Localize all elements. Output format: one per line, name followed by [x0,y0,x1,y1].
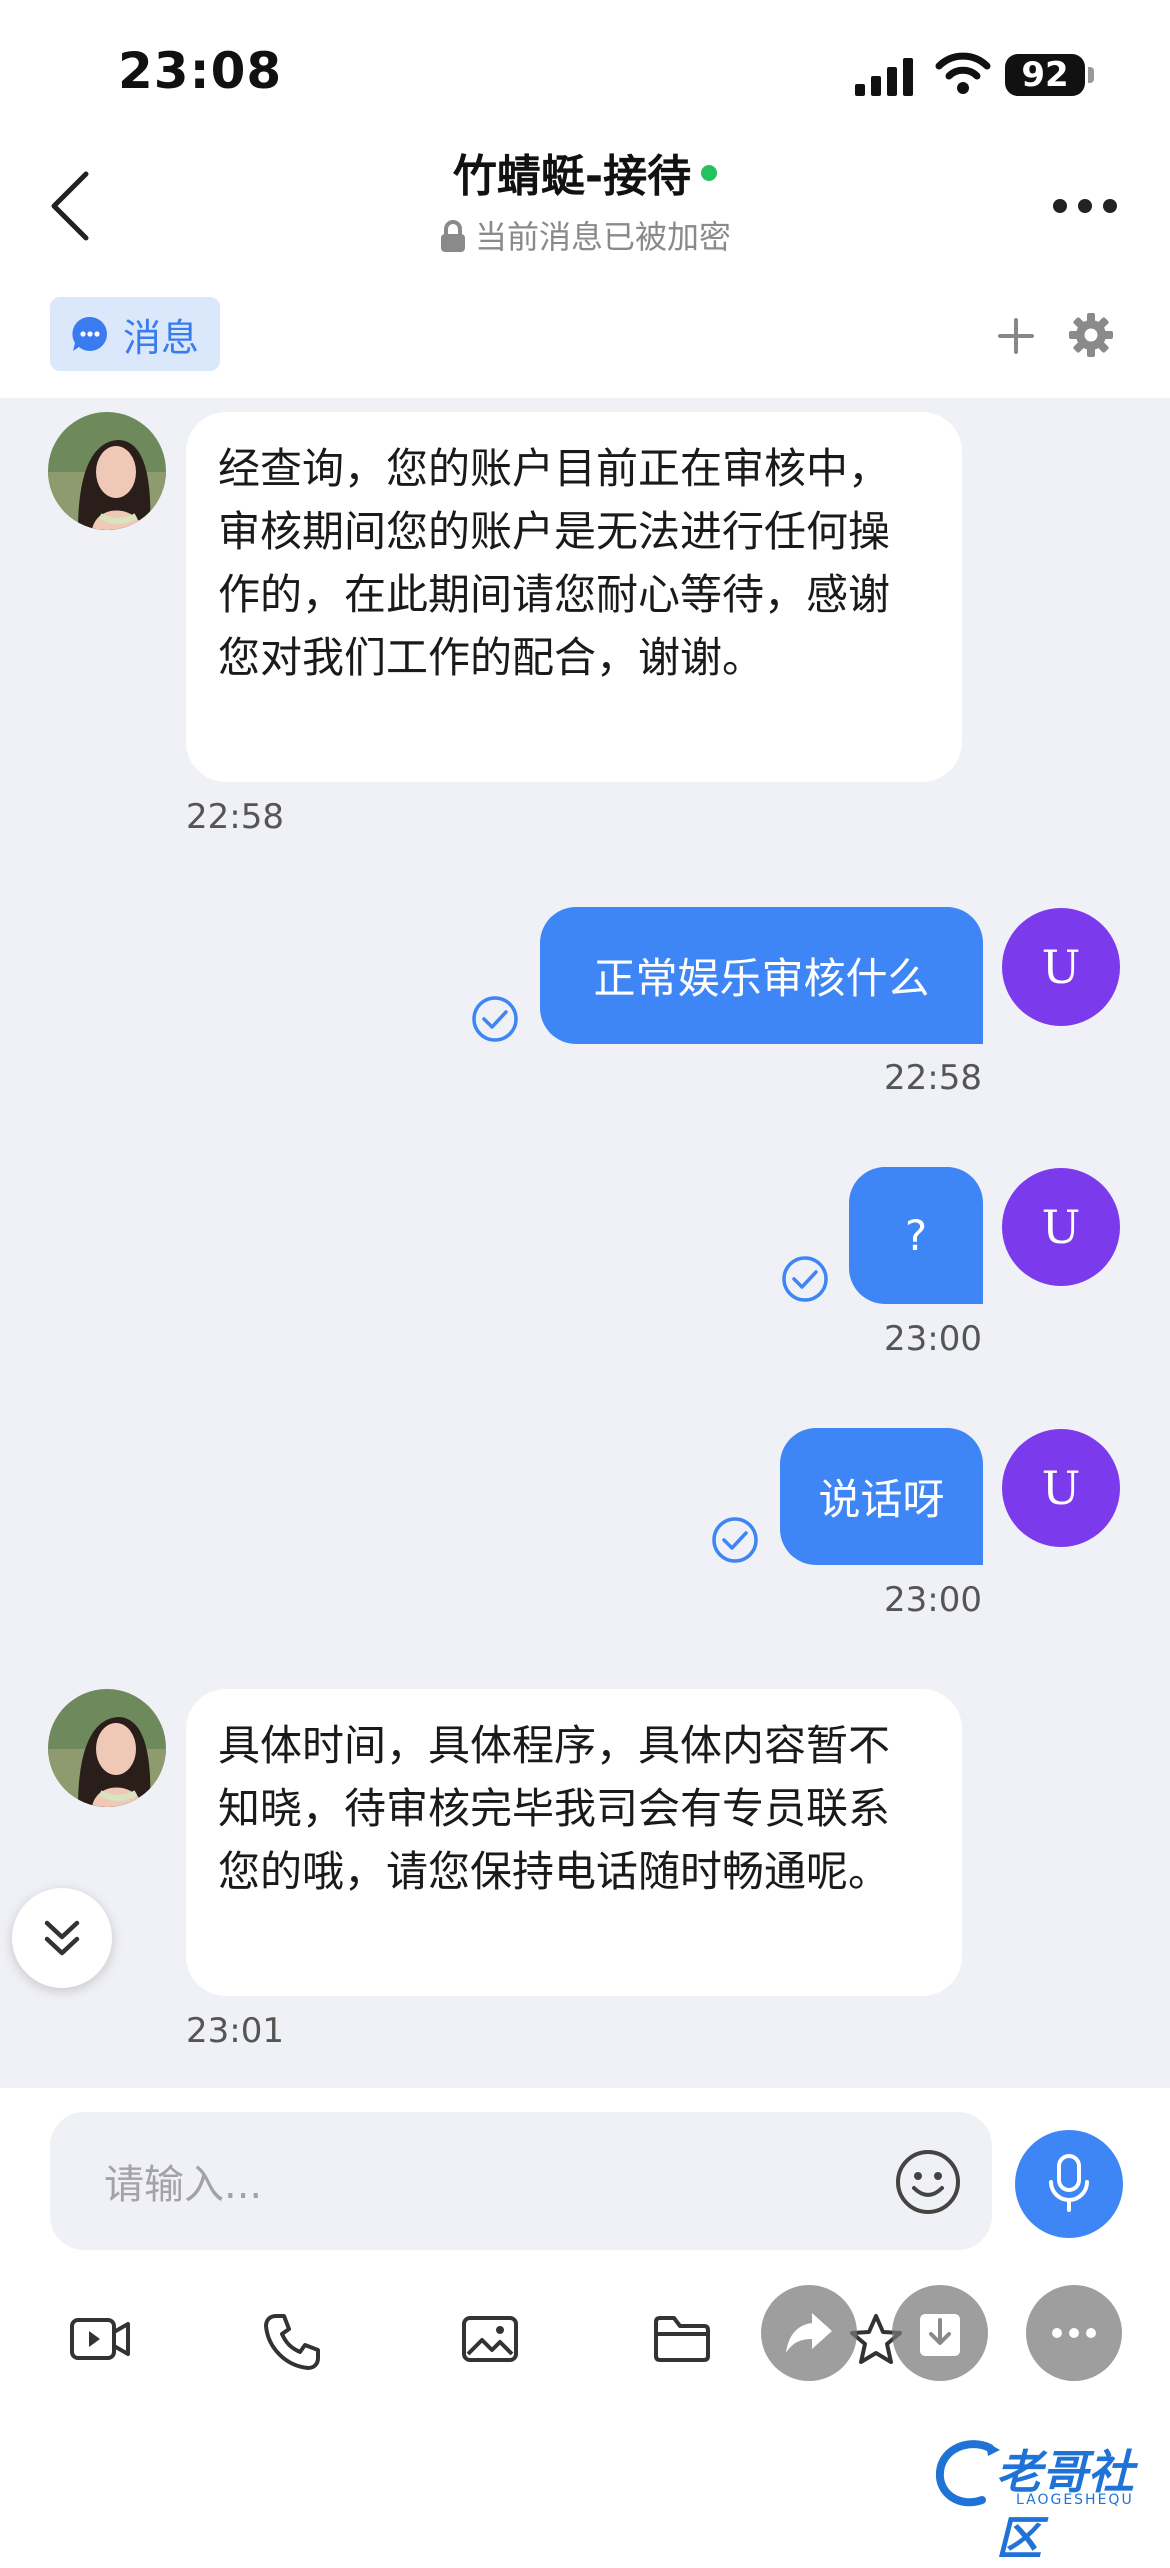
outgoing-message-bubble[interactable]: ? [849,1167,983,1304]
phone-icon[interactable] [262,2312,322,2372]
battery-indicator: 92 [1005,54,1085,96]
encryption-notice-row: 当前消息已被加密 [0,212,1170,258]
save-button[interactable] [892,2285,988,2381]
gear-icon[interactable] [1068,312,1114,358]
double-chevron-down-icon [44,1920,80,1956]
microphone-icon [1049,2154,1089,2212]
signal-icon [855,58,913,96]
message-text: 正常娱乐审核什么 [593,954,930,1003]
tab-messages-label: 消息 [122,315,199,360]
message-text: ? [904,1211,928,1260]
more-icon [1052,2328,1096,2338]
lock-icon [440,220,465,252]
read-check-icon [472,996,518,1042]
folder-icon[interactable] [652,2312,712,2366]
save-icon [920,2314,960,2356]
more-actions-button[interactable] [1026,2285,1122,2381]
online-status-dot [701,165,718,181]
message-text: 说话呀 [818,1475,945,1524]
outgoing-message-bubble[interactable]: 说话呀 [780,1428,983,1565]
message-text: 具体时间，具体程序，具体内容暂不知晓，待审核完毕我司会有专员联系您的哦，请您保持… [218,1721,891,1896]
add-icon[interactable] [996,316,1036,356]
message-time: 22:58 [186,797,284,837]
user-avatar[interactable]: U [1002,1168,1120,1286]
more-options-icon[interactable] [1052,198,1118,214]
message-time: 22:58 [884,1058,982,1098]
read-check-icon [712,1517,758,1563]
video-icon[interactable] [68,2312,132,2366]
share-button[interactable] [761,2285,857,2381]
message-time: 23:01 [186,2011,284,2051]
chat-bubble-icon [72,316,107,351]
agent-avatar[interactable] [48,412,166,530]
encryption-notice: 当前消息已被加密 [474,218,731,256]
user-avatar[interactable]: U [1002,908,1120,1026]
watermark-subtext: LAOGESHEQU [1016,2492,1134,2508]
share-icon [786,2313,832,2353]
status-time: 23:08 [118,42,283,100]
outgoing-message-bubble[interactable]: 正常娱乐审核什么 [540,907,983,1044]
message-text: 经查询，您的账户目前正在审核中，审核期间您的账户是无法进行任何操作的，在此期间请… [218,444,891,682]
message-input-placeholder: 请输入... [104,2162,263,2208]
incoming-message-bubble[interactable]: 经查询，您的账户目前正在审核中，审核期间您的账户是无法进行任何操作的，在此期间请… [186,412,962,782]
scroll-to-bottom-button[interactable] [12,1888,112,1988]
voice-input-button[interactable] [1015,2130,1123,2238]
chat-title: 竹蜻蜓-接待 [452,151,692,202]
read-check-icon [782,1256,828,1302]
incoming-message-bubble[interactable]: 具体时间，具体程序，具体内容暂不知晓，待审核完毕我司会有专员联系您的哦，请您保持… [186,1689,962,1996]
message-time: 23:00 [884,1580,982,1620]
user-avatar[interactable]: U [1002,1429,1120,1547]
battery-tip [1088,67,1094,83]
agent-avatar[interactable] [48,1689,166,1807]
chat-title-row: 竹蜻蜓-接待 [0,140,1170,204]
tab-messages[interactable]: 消息 [50,297,220,371]
wifi-icon [935,52,991,94]
message-time: 23:00 [884,1319,982,1359]
emoji-icon[interactable] [894,2148,962,2216]
image-icon[interactable] [460,2312,520,2366]
watermark-logo: 老哥社区 LAOGESHEQU [930,2430,1160,2565]
